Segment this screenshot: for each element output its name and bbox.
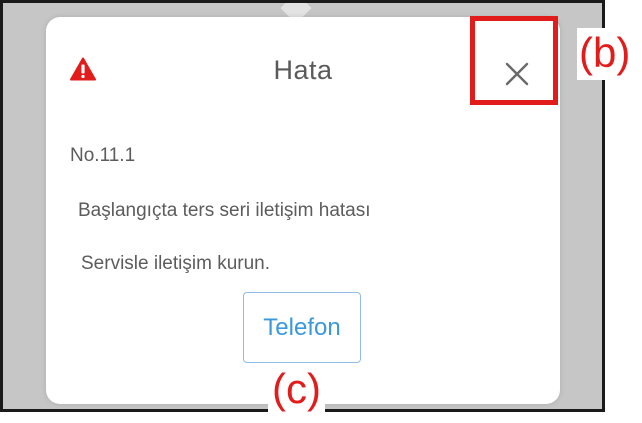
- error-instruction: Servisle iletişim kurun.: [81, 253, 270, 274]
- phone-annotation-label: (c): [268, 364, 325, 416]
- phone-button[interactable]: Telefon: [243, 292, 361, 363]
- close-annotation-label: (b): [577, 28, 633, 80]
- screenshot-stage: Hata No.11.1 Başlangıçta ters seri ileti…: [0, 0, 642, 423]
- error-message: Başlangıçta ters seri iletişim hatası: [78, 200, 371, 221]
- close-annotation-box: [470, 16, 558, 105]
- error-code: No.11.1: [70, 145, 136, 166]
